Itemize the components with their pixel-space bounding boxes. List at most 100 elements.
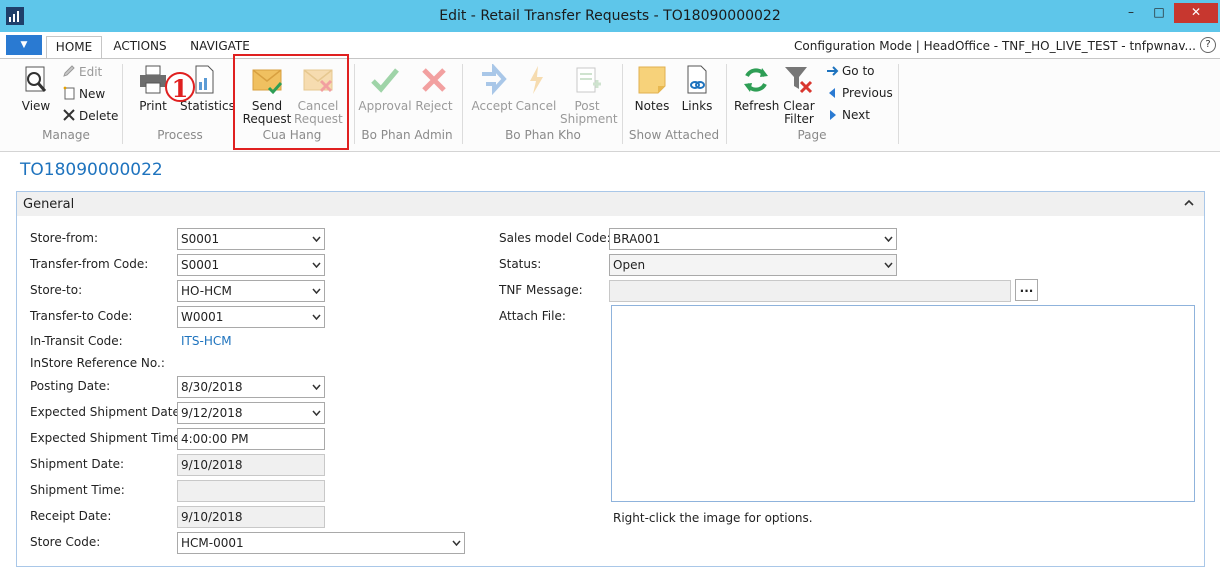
- chevron-down-icon[interactable]: [884, 262, 893, 268]
- expected-shipment-time-value: 4:00:00 PM: [181, 432, 249, 446]
- instore-reference-label: InStore Reference No.:: [30, 356, 165, 370]
- bo-phan-kho-group-label: Bo Phan Kho: [505, 128, 581, 142]
- statistics-label: Statistics: [180, 99, 235, 113]
- bo-phan-admin-group-label: Bo Phan Admin: [361, 128, 453, 142]
- highlight-box: [233, 54, 349, 150]
- chevron-down-icon[interactable]: [312, 262, 321, 268]
- tnf-message-lookup-button[interactable]: ...: [1015, 279, 1038, 301]
- attach-file-image-box[interactable]: [611, 305, 1195, 502]
- expected-shipment-time-label: Expected Shipment Time:: [30, 431, 185, 445]
- ribbon-divider: [122, 64, 123, 144]
- view-button[interactable]: View: [18, 64, 54, 113]
- arrow-right-icon: [827, 66, 839, 76]
- status-label: Status:: [499, 257, 542, 271]
- store-from-value: S0001: [181, 232, 220, 246]
- store-to-value: HO-HCM: [181, 284, 232, 298]
- expected-shipment-time-field[interactable]: 4:00:00 PM: [177, 428, 325, 450]
- reject-button[interactable]: Reject: [414, 64, 454, 113]
- shipment-date-field: 9/10/2018: [177, 454, 325, 476]
- refresh-label: Refresh: [734, 99, 780, 113]
- arrow-right-icon: [482, 64, 507, 96]
- go-to-label: Go to: [842, 64, 875, 78]
- post-shipment-label-1: Post: [574, 99, 600, 113]
- ribbon-divider: [622, 64, 623, 144]
- shipment-time-field: [177, 480, 325, 502]
- print-label: Print: [139, 99, 167, 113]
- notes-button[interactable]: Notes: [632, 64, 672, 113]
- in-transit-code-label: In-Transit Code:: [30, 334, 123, 348]
- pencil-icon: [63, 65, 75, 77]
- tab-actions[interactable]: ACTIONS: [108, 36, 172, 58]
- post-shipment-button[interactable]: Post Shipment: [560, 64, 618, 126]
- posting-date-value: 8/30/2018: [181, 380, 243, 394]
- transfer-to-code-field[interactable]: W0001: [177, 306, 325, 328]
- minimize-button[interactable]: –: [1118, 3, 1144, 23]
- delete-button[interactable]: Delete: [62, 108, 118, 123]
- in-transit-code-link[interactable]: ITS-HCM: [181, 334, 232, 348]
- edit-button[interactable]: Edit: [62, 64, 102, 79]
- printer-icon: [140, 65, 166, 94]
- links-button[interactable]: Links: [678, 64, 716, 113]
- close-button[interactable]: ✕: [1174, 3, 1218, 23]
- tab-home[interactable]: HOME: [46, 36, 102, 59]
- receipt-date-value: 9/10/2018: [181, 510, 243, 524]
- clear-filter-icon: [785, 67, 813, 94]
- clear-filter-button[interactable]: Clear Filter: [780, 64, 818, 126]
- accept-label: Accept: [471, 99, 513, 113]
- shipment-time-label: Shipment Time:: [30, 483, 125, 497]
- chevron-down-icon[interactable]: [312, 410, 321, 416]
- page-group-label: Page: [797, 128, 827, 142]
- approval-button[interactable]: Approval: [358, 64, 412, 113]
- maximize-button[interactable]: □: [1146, 3, 1172, 23]
- accept-button[interactable]: Accept: [470, 64, 514, 113]
- expected-shipment-date-value: 9/12/2018: [181, 406, 243, 420]
- step-callout: 1: [165, 72, 195, 103]
- title-bar: Edit - Retail Transfer Requests - TO1809…: [0, 0, 1220, 32]
- chevron-down-icon[interactable]: [312, 288, 321, 294]
- ribbon-divider: [898, 64, 899, 144]
- ribbon-divider: [354, 64, 355, 144]
- posting-date-field[interactable]: 8/30/2018: [177, 376, 325, 398]
- view-label: View: [21, 99, 51, 113]
- sales-model-code-field[interactable]: BRA001: [609, 228, 897, 250]
- new-button[interactable]: New: [62, 86, 105, 101]
- notes-label: Notes: [634, 99, 670, 113]
- refresh-button[interactable]: Refresh: [734, 64, 780, 113]
- transfer-to-code-value: W0001: [181, 310, 224, 324]
- cancel-button[interactable]: Cancel: [514, 64, 558, 113]
- record-title: TO18090000022: [20, 160, 163, 180]
- store-to-field[interactable]: HO-HCM: [177, 280, 325, 302]
- tnf-message-field[interactable]: [609, 280, 1011, 302]
- help-icon[interactable]: ?: [1200, 37, 1216, 53]
- expected-shipment-date-field[interactable]: 9/12/2018: [177, 402, 325, 424]
- clear-filter-label-2: Filter: [784, 112, 814, 126]
- sales-model-code-label: Sales model Code:: [499, 231, 611, 245]
- x-icon: [422, 68, 446, 92]
- show-attached-group-label: Show Attached: [628, 128, 720, 142]
- status-field[interactable]: Open: [609, 254, 897, 276]
- next-button[interactable]: Next: [826, 108, 870, 122]
- transfer-from-code-field[interactable]: S0001: [177, 254, 325, 276]
- store-from-label: Store-from:: [30, 231, 99, 245]
- attach-file-hint: Right-click the image for options.: [613, 511, 813, 525]
- chevron-down-icon[interactable]: [312, 384, 321, 390]
- store-code-field[interactable]: HCM-0001: [177, 532, 465, 554]
- view-icon: [25, 66, 47, 92]
- general-fasttab-header[interactable]: General: [17, 192, 1204, 216]
- chevron-down-icon[interactable]: [452, 540, 461, 546]
- shipment-date-value: 9/10/2018: [181, 458, 243, 472]
- chevron-down-icon[interactable]: [884, 236, 893, 242]
- chevron-down-icon[interactable]: [312, 314, 321, 320]
- chevron-down-icon[interactable]: [312, 236, 321, 242]
- store-from-field[interactable]: S0001: [177, 228, 325, 250]
- collapse-icon[interactable]: [1184, 197, 1194, 210]
- go-to-button[interactable]: Go to: [826, 64, 875, 78]
- sticky-note-icon: [638, 66, 666, 94]
- configuration-info: Configuration Mode | HeadOffice - TNF_HO…: [794, 39, 1196, 53]
- check-icon: [371, 68, 399, 93]
- application-menu-button[interactable]: ▼: [6, 35, 42, 55]
- previous-button[interactable]: Previous: [826, 86, 893, 100]
- tnf-message-label: TNF Message:: [499, 283, 583, 297]
- delete-label: Delete: [79, 109, 119, 123]
- approval-label: Approval: [358, 99, 412, 113]
